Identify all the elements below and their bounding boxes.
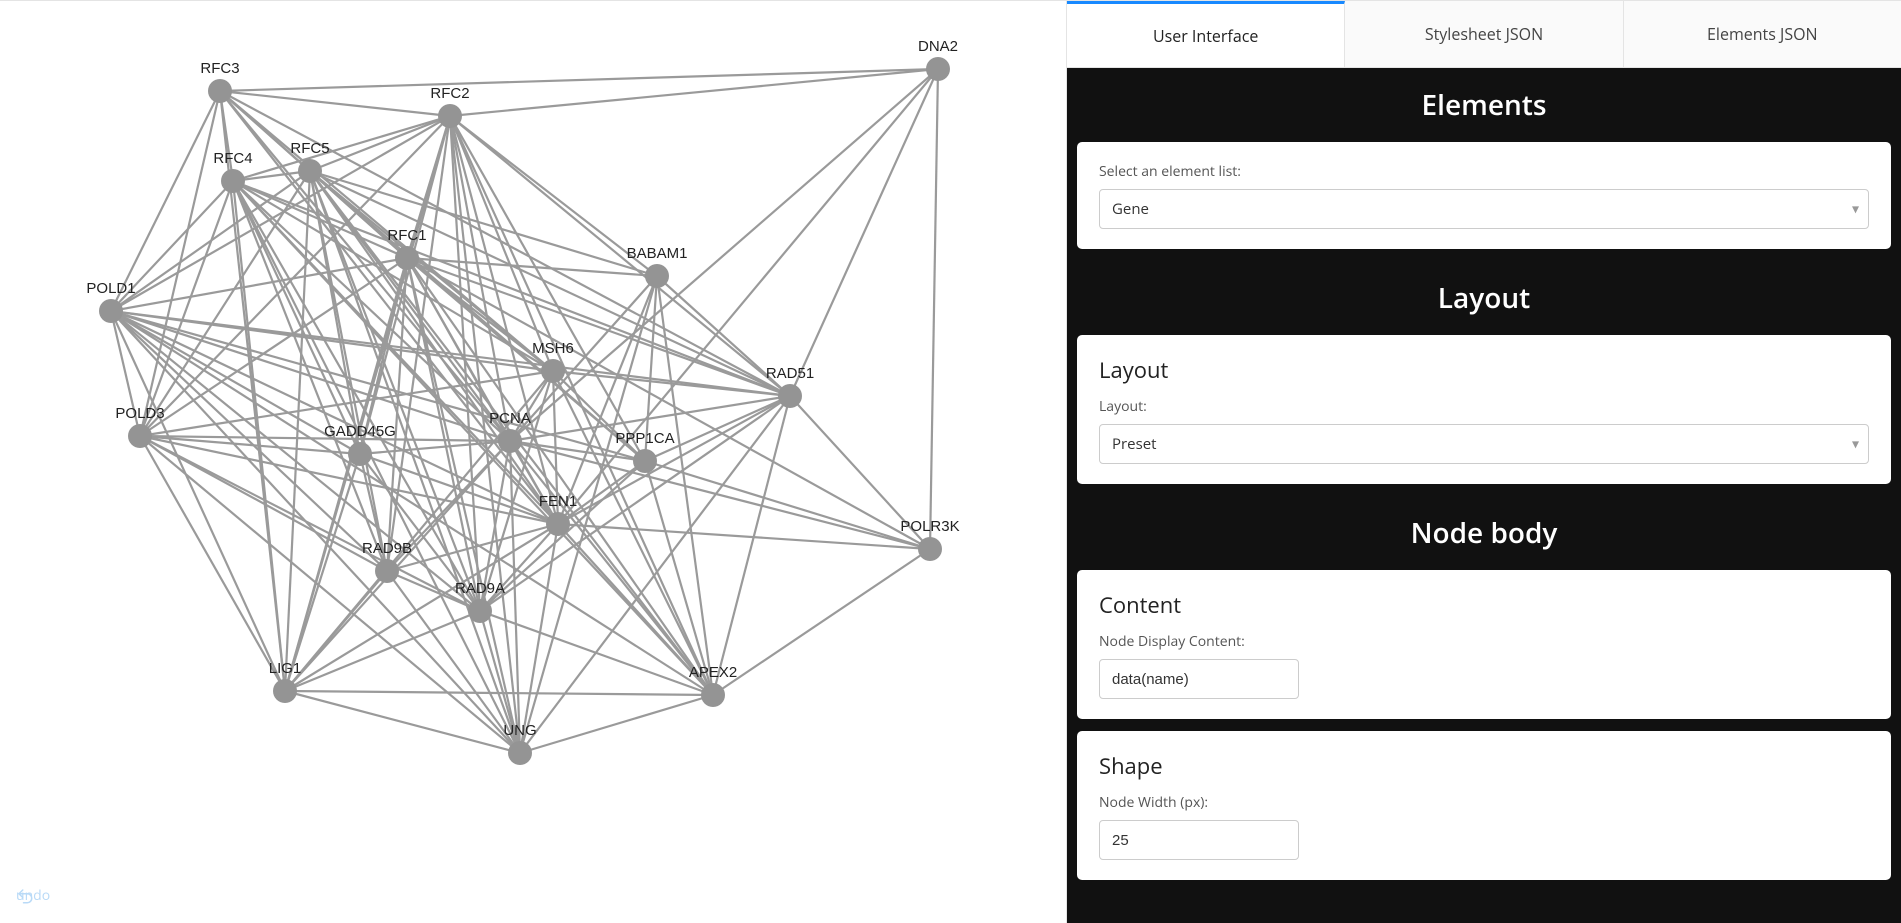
- node-display-content-input[interactable]: [1099, 659, 1299, 699]
- layout-dropdown[interactable]: Preset ▾: [1099, 424, 1869, 464]
- tab-user-interface[interactable]: User Interface: [1067, 1, 1345, 67]
- graph-node-label: RFC5: [290, 140, 329, 157]
- graph-node-label: MSH6: [532, 340, 574, 357]
- graph-node-label: DNA2: [918, 38, 958, 55]
- section-title-node-body: Node body: [1067, 496, 1901, 570]
- graph-node-pold1[interactable]: [99, 299, 123, 323]
- undo-icon: [16, 887, 34, 905]
- graph-edge[interactable]: [285, 691, 520, 753]
- tab-stylesheet-json[interactable]: Stylesheet JSON: [1345, 1, 1623, 67]
- graph-node-rad51[interactable]: [778, 384, 802, 408]
- graph-edge[interactable]: [111, 91, 220, 311]
- node-width-input[interactable]: [1099, 820, 1299, 860]
- tab-bar: User Interface Stylesheet JSON Elements …: [1067, 0, 1901, 68]
- shape-heading: Shape: [1099, 751, 1869, 781]
- graph-node-label: RFC4: [213, 150, 252, 167]
- graph-node-label: RAD9A: [455, 580, 505, 597]
- graph-edge[interactable]: [233, 181, 790, 396]
- graph-node-pold3[interactable]: [128, 424, 152, 448]
- graph-node-polr3k[interactable]: [918, 537, 942, 561]
- graph-node-label: UNG: [503, 722, 536, 739]
- graph-node-gadd45g[interactable]: [348, 442, 372, 466]
- graph-edge[interactable]: [510, 69, 938, 441]
- graph-node-rfc1[interactable]: [395, 246, 419, 270]
- graph-node-ung[interactable]: [508, 741, 532, 765]
- graph-node-rfc5[interactable]: [298, 159, 322, 183]
- graph-edge[interactable]: [111, 311, 790, 396]
- graph-node-lig1[interactable]: [273, 679, 297, 703]
- graph-node-label: BABAM1: [627, 245, 688, 262]
- graph-node-label: POLD3: [115, 405, 164, 422]
- graph-edge[interactable]: [407, 258, 930, 549]
- graph-edge[interactable]: [558, 524, 930, 549]
- graph-node-label: POLR3K: [900, 518, 959, 535]
- graph-node-rfc3[interactable]: [208, 79, 232, 103]
- graph-node-rad9b[interactable]: [375, 559, 399, 583]
- graph-node-label: POLD1: [86, 280, 135, 297]
- graph-node-pcna[interactable]: [498, 429, 522, 453]
- graph-node-babam1[interactable]: [645, 264, 669, 288]
- graph-node-dna2[interactable]: [926, 57, 950, 81]
- graph-node-label: PCNA: [489, 410, 531, 427]
- graph-edge[interactable]: [285, 454, 360, 691]
- graph-node-label: RFC3: [200, 60, 239, 77]
- panel-layout: Layout Layout: Preset ▾: [1077, 335, 1891, 484]
- graph-node-label: RAD9B: [362, 540, 412, 557]
- graph-node-msh6[interactable]: [541, 359, 565, 383]
- graph-node-ppp1ca[interactable]: [633, 449, 657, 473]
- content-heading: Content: [1099, 590, 1869, 620]
- graph-canvas[interactable]: RFC3 RFC2 DNA2 RFC5 RFC4 RFC1 BABAM1 POLD1 MSH6 R…: [0, 0, 1066, 923]
- graph-node-label: RFC1: [387, 227, 426, 244]
- graph-edge[interactable]: [645, 396, 790, 461]
- graph-node-rfc2[interactable]: [438, 104, 462, 128]
- graph-edge[interactable]: [310, 116, 450, 171]
- section-title-elements: Elements: [1067, 68, 1901, 142]
- graph-node-label: RFC2: [430, 85, 469, 102]
- element-list-dropdown[interactable]: Gene ▾: [1099, 189, 1869, 229]
- layout-heading: Layout: [1099, 355, 1869, 385]
- graph-node-label: GADD45G: [324, 423, 396, 440]
- panel-content: Content Node Display Content:: [1077, 570, 1891, 719]
- graph-node-label: RAD51: [766, 365, 814, 382]
- graph-node-label: FEN1: [539, 493, 577, 510]
- undo-button[interactable]: undo: [16, 887, 50, 905]
- panel-element-list: Select an element list: Gene ▾: [1077, 142, 1891, 249]
- graph-edge[interactable]: [220, 91, 450, 116]
- graph-node-label: APEX2: [689, 664, 737, 681]
- graph-node-apex2[interactable]: [701, 683, 725, 707]
- graph-edge[interactable]: [450, 116, 790, 396]
- graph-node-label: PPP1CA: [615, 430, 674, 447]
- section-title-layout: Layout: [1067, 261, 1901, 335]
- tab-elements-json[interactable]: Elements JSON: [1624, 1, 1901, 67]
- layout-label: Layout:: [1099, 397, 1869, 416]
- graph-node-rad9a[interactable]: [468, 599, 492, 623]
- panel-shape: Shape Node Width (px):: [1077, 731, 1891, 880]
- element-list-label: Select an element list:: [1099, 162, 1869, 181]
- graph-node-fen1[interactable]: [546, 512, 570, 536]
- graph-node-rfc4[interactable]: [221, 169, 245, 193]
- graph-edge[interactable]: [520, 695, 713, 753]
- graph-edge[interactable]: [930, 69, 938, 549]
- graph-edge[interactable]: [790, 69, 938, 396]
- node-display-content-label: Node Display Content:: [1099, 632, 1869, 651]
- graph-edge[interactable]: [310, 171, 657, 276]
- graph-edge[interactable]: [510, 371, 553, 441]
- graph-node-label: LIG1: [269, 660, 302, 677]
- side-panel: User Interface Stylesheet JSON Elements …: [1066, 0, 1901, 923]
- node-width-label: Node Width (px):: [1099, 793, 1869, 812]
